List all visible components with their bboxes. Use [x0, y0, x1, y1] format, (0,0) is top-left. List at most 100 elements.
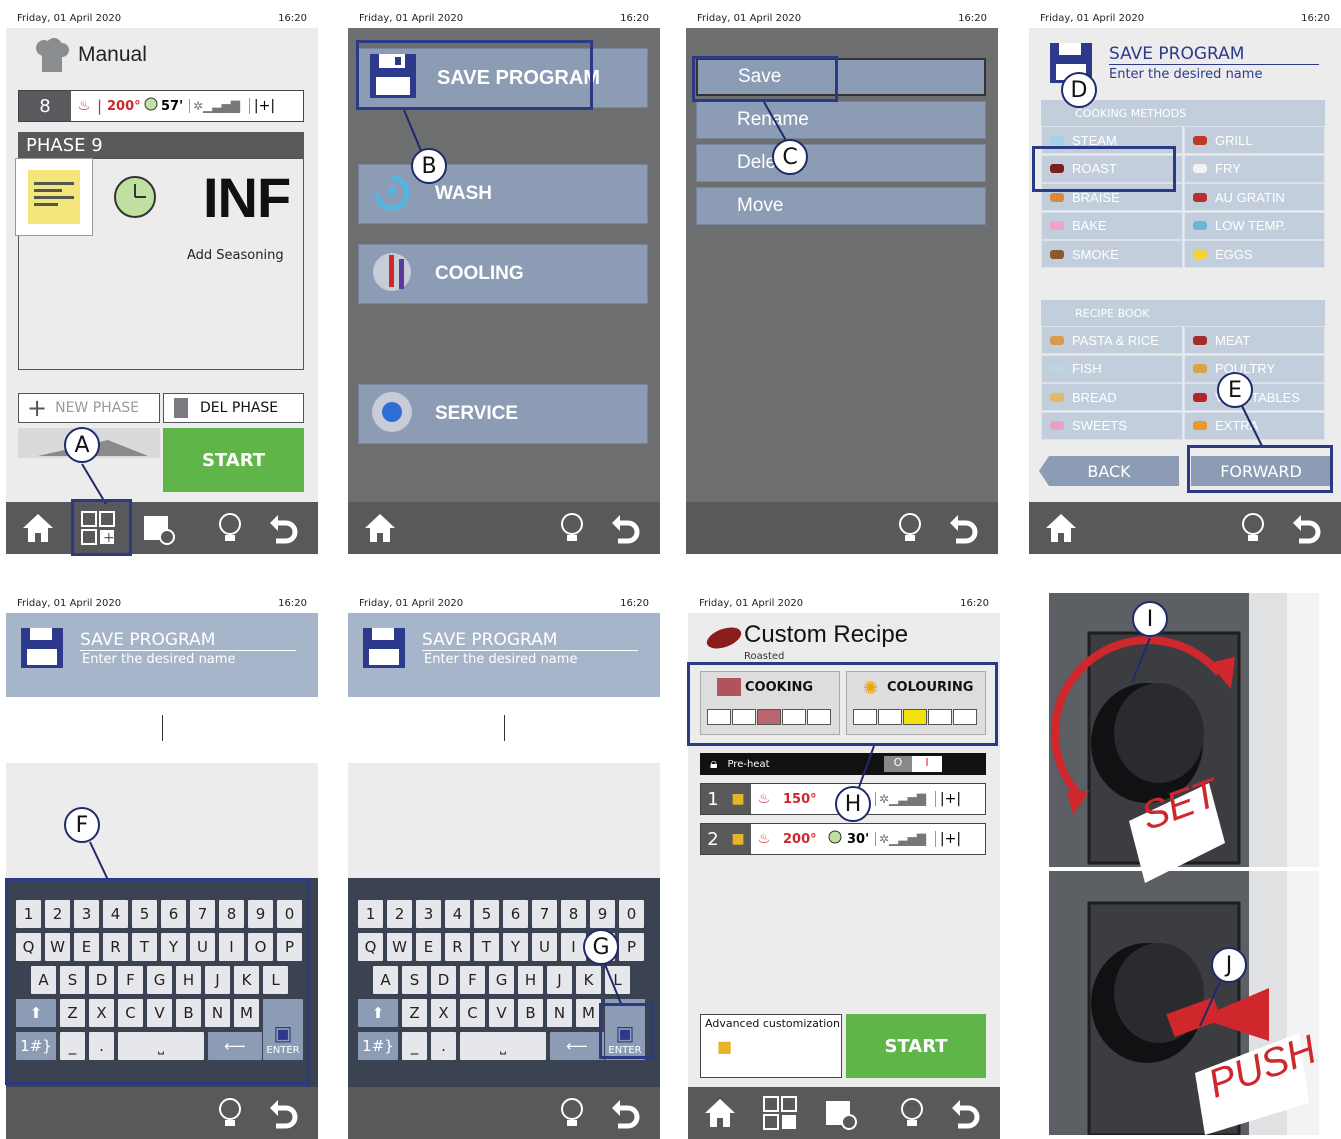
back-arrow-icon[interactable]	[608, 1095, 644, 1131]
calendar-icon[interactable]	[140, 510, 176, 546]
advanced-customization-button[interactable]: Advanced customization ■	[700, 1014, 842, 1078]
phase-note: Add Seasoning	[187, 248, 284, 263]
cooling-icon	[369, 249, 415, 300]
key-C[interactable]: C	[460, 999, 485, 1027]
key-P[interactable]: P	[619, 933, 644, 961]
phase-row-2[interactable]: 2 ■ ♨ 200° 30' ✲▁▃▅▇ |+|	[700, 823, 986, 855]
delete-item[interactable]: Delete	[696, 144, 986, 182]
key-X[interactable]: X	[431, 999, 456, 1027]
back-arrow-icon[interactable]	[608, 510, 644, 546]
method-grill[interactable]: GRILL	[1184, 126, 1325, 154]
key-G[interactable]: G	[489, 966, 514, 994]
name-input[interactable]	[348, 697, 660, 763]
heat-icon: ♨	[757, 831, 771, 847]
lightbulb-icon[interactable]	[892, 510, 928, 546]
key-E[interactable]: E	[416, 933, 441, 961]
key-4[interactable]: 4	[445, 900, 470, 928]
service-button[interactable]: SERVICE	[358, 384, 648, 444]
key-1[interactable]: 1	[358, 900, 383, 928]
lightbulb-icon[interactable]	[554, 1095, 590, 1131]
method-bake[interactable]: BAKE	[1041, 211, 1183, 240]
recipe-poultry[interactable]: POULTRY	[1184, 354, 1325, 383]
method-eggs[interactable]: EGGS	[1184, 240, 1325, 268]
back-arrow-icon[interactable]	[946, 510, 982, 546]
home-icon[interactable]	[702, 1095, 738, 1131]
key-T[interactable]: T	[474, 933, 499, 961]
preheat-row[interactable]: 🔒︎ Pre-heat O I	[700, 753, 986, 775]
calendar-icon[interactable]	[822, 1095, 858, 1131]
note-icon[interactable]	[15, 158, 93, 236]
rename-item[interactable]: Rename	[696, 101, 986, 139]
key-8[interactable]: 8	[561, 900, 586, 928]
recipe-fish[interactable]: FISH	[1041, 354, 1183, 383]
key-Z[interactable]: Z	[402, 999, 427, 1027]
chef-icon	[32, 38, 72, 74]
method-fry[interactable]: FRY	[1184, 154, 1325, 183]
lightbulb-icon[interactable]	[894, 1095, 930, 1131]
back-arrow-icon[interactable]	[1289, 510, 1325, 546]
highlight-c	[692, 56, 838, 102]
key-U[interactable]: U	[532, 933, 557, 961]
cooling-button[interactable]: COOLING	[358, 244, 648, 304]
key-dot[interactable]: .	[431, 1032, 456, 1060]
back-arrow-icon[interactable]	[266, 510, 302, 546]
key-R[interactable]: R	[445, 933, 470, 961]
key-underscore[interactable]: _	[402, 1032, 427, 1060]
key-7[interactable]: 7	[532, 900, 557, 928]
key-K[interactable]: K	[576, 966, 601, 994]
key-space[interactable]: ⎵	[460, 1032, 546, 1060]
key-N[interactable]: N	[547, 999, 572, 1027]
highlight-a	[71, 499, 132, 556]
back-arrow-icon[interactable]	[948, 1095, 984, 1131]
recipe-pasta-rice[interactable]: PASTA & RICE	[1041, 326, 1183, 354]
phase-params-bar[interactable]: 8 ♨ | 200° 57' ✲▁▃▅▇ |+|	[18, 90, 304, 122]
key-3[interactable]: 3	[416, 900, 441, 928]
key-H[interactable]: H	[518, 966, 543, 994]
lightbulb-icon[interactable]	[212, 1095, 248, 1131]
backspace-key[interactable]: ⟵	[550, 1032, 604, 1060]
recipe-bread[interactable]: BREAD	[1041, 383, 1183, 411]
key-Q[interactable]: Q	[358, 933, 383, 961]
shift-key[interactable]: ⬆	[358, 999, 398, 1027]
key-6[interactable]: 6	[503, 900, 528, 928]
key-2[interactable]: 2	[387, 900, 412, 928]
new-phase-button[interactable]: + NEW PHASE	[18, 393, 160, 423]
key-5[interactable]: 5	[474, 900, 499, 928]
key-S[interactable]: S	[402, 966, 427, 994]
name-input[interactable]	[6, 697, 318, 763]
key-sym[interactable]: 1#}	[358, 1032, 398, 1060]
key-A[interactable]: A	[373, 966, 398, 994]
home-icon[interactable]	[362, 510, 398, 546]
lightbulb-icon[interactable]	[554, 510, 590, 546]
key-V[interactable]: V	[489, 999, 514, 1027]
move-item[interactable]: Move	[696, 187, 986, 225]
programs-icon[interactable]	[762, 1095, 798, 1131]
back-arrow-icon[interactable]	[266, 1095, 302, 1131]
recipe-sweets[interactable]: SWEETS	[1041, 411, 1183, 440]
method-icon	[1193, 221, 1207, 230]
del-phase-button[interactable]: DEL PHASE	[163, 393, 304, 423]
start-button[interactable]: START	[163, 428, 304, 492]
key-B[interactable]: B	[518, 999, 543, 1027]
start-button[interactable]: START	[846, 1014, 986, 1078]
status-date: Friday, 01 April 2020	[697, 12, 802, 24]
key-W[interactable]: W	[387, 933, 412, 961]
method-au-gratin[interactable]: AU GRATIN	[1184, 183, 1325, 211]
key-J[interactable]: J	[547, 966, 572, 994]
home-icon[interactable]	[20, 510, 56, 546]
key-0[interactable]: 0	[619, 900, 644, 928]
lightbulb-icon[interactable]	[1235, 510, 1271, 546]
key-9[interactable]: 9	[590, 900, 615, 928]
method-smoke[interactable]: SMOKE	[1041, 240, 1183, 268]
preheat-toggle[interactable]: O I	[884, 756, 942, 772]
key-Y[interactable]: Y	[503, 933, 528, 961]
home-icon[interactable]	[1043, 510, 1079, 546]
lightbulb-icon[interactable]	[212, 510, 248, 546]
key-F[interactable]: F	[460, 966, 485, 994]
back-button[interactable]: BACK	[1039, 456, 1179, 486]
key-D[interactable]: D	[431, 966, 456, 994]
recipe-meat[interactable]: MEAT	[1184, 326, 1325, 354]
key-M[interactable]: M	[576, 999, 601, 1027]
method-low-temp-[interactable]: LOW TEMP.	[1184, 211, 1325, 240]
wash-button[interactable]: WASH	[358, 164, 648, 224]
